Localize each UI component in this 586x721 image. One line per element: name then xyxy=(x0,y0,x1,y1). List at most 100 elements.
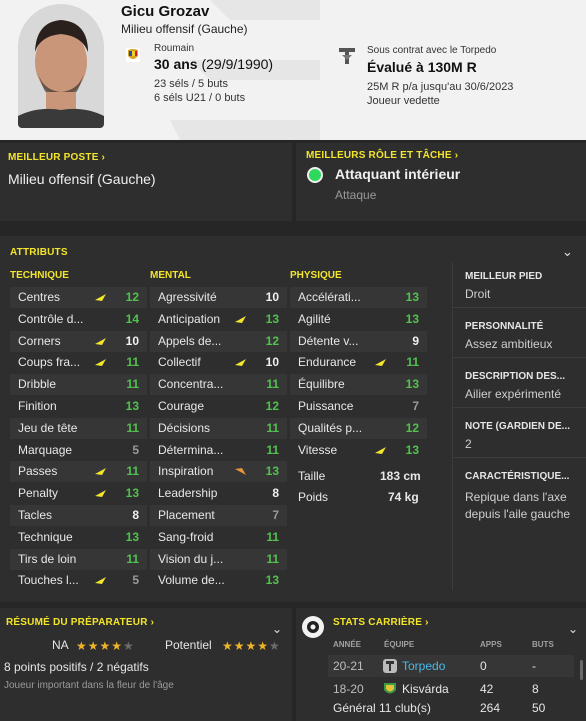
foot-title: MEILLEUR PIED xyxy=(465,271,543,282)
gk-value: 2 xyxy=(465,437,472,451)
current-ability-stars: ★★★★★ xyxy=(76,639,135,653)
trait-line-2: depuis l'aile gauche xyxy=(465,507,571,521)
player-traits[interactable]: CARACTÉRISTIQUE... Repique dans l'axe de… xyxy=(452,462,586,532)
attribute-name: Puissance xyxy=(298,399,354,413)
media-description[interactable]: DESCRIPTION DES... Ailier expérimenté xyxy=(452,362,586,408)
attribute-row[interactable]: Appels de... 12 xyxy=(150,330,287,352)
attribute-value: 10 xyxy=(265,355,279,370)
chevron-down-icon[interactable]: ⌄ xyxy=(272,622,282,636)
attribute-value: 12 xyxy=(265,399,279,413)
personality-value: Assez ambitieux xyxy=(465,337,553,351)
row-goals: - xyxy=(532,659,536,673)
attribute-row[interactable]: Tacles 8 xyxy=(10,505,147,526)
attribute-name: Penalty xyxy=(18,486,59,501)
attribute-row[interactable]: Vitesse 13 xyxy=(290,440,427,461)
attribute-row[interactable]: Penalty 13 xyxy=(10,483,147,504)
attribute-name: Coups fra... xyxy=(18,355,81,370)
attribute-row[interactable]: Corners 10 xyxy=(10,330,147,352)
attribute-row[interactable]: Touches l... 5 xyxy=(10,570,147,591)
attribute-name: Décisions xyxy=(158,420,211,435)
attribute-row[interactable]: Anticipation 13 xyxy=(150,309,287,330)
attribute-row[interactable]: Leadership 8 xyxy=(150,483,287,504)
attribute-row[interactable]: Collectif 10 xyxy=(150,352,287,373)
attribute-name: Anticipation xyxy=(158,311,221,326)
attribute-row[interactable]: Placement 7 xyxy=(150,505,287,526)
attribute-row[interactable]: Agressivité 10 xyxy=(150,287,287,308)
attribute-row[interactable]: Jeu de tête 11 xyxy=(10,417,147,439)
attribute-name: Agressivité xyxy=(158,290,217,304)
torpedo-club-icon xyxy=(383,659,397,673)
senior-caps: 23 séls / 5 buts xyxy=(154,78,228,90)
coach-report-panel[interactable]: RÉSUMÉ DU PRÉPARATEUR › ⌄ NA ★★★★★ Poten… xyxy=(0,608,292,721)
attribute-name: Corners xyxy=(18,333,61,348)
apps-header: APPS xyxy=(480,640,502,649)
attribute-value: 13 xyxy=(125,529,139,544)
career-scrollbar[interactable] xyxy=(580,660,583,680)
trend-up-icon xyxy=(95,577,106,585)
height-row: Taille 183 cm xyxy=(298,469,421,483)
attribute-row[interactable]: Agilité 13 xyxy=(290,309,427,330)
attribute-row[interactable]: Dribble 11 xyxy=(10,374,147,396)
attribute-value: 8 xyxy=(132,508,139,522)
attribute-value: 13 xyxy=(265,573,279,588)
attribute-name: Passes xyxy=(18,464,58,479)
attribute-row[interactable]: Sang-froid 11 xyxy=(150,527,287,548)
role-name: Attaquant intérieur xyxy=(335,166,461,182)
attribute-row[interactable]: Courage 12 xyxy=(150,396,287,417)
attribute-name: Appels de... xyxy=(158,333,222,348)
attribute-row[interactable]: Détente v... 9 xyxy=(290,330,427,352)
player-photo xyxy=(18,4,104,128)
trend-up-icon xyxy=(235,359,246,367)
attribute-value: 13 xyxy=(405,442,419,457)
attribute-row[interactable]: Accélérati... 13 xyxy=(290,287,427,308)
weight-row: Poids 74 kg xyxy=(298,490,419,504)
attribute-row[interactable]: Technique 13 xyxy=(10,527,147,548)
coach-points: 8 points positifs / 2 négatifs xyxy=(4,660,149,674)
row-apps: 42 xyxy=(480,682,494,696)
attribute-row[interactable]: Décisions 11 xyxy=(150,417,287,439)
chevron-down-icon[interactable]: ⌄ xyxy=(568,622,578,636)
attribute-row[interactable]: Tirs de loin 11 xyxy=(10,548,147,570)
row-year: 18-20 xyxy=(333,682,364,696)
best-role-link[interactable]: MEILLEURS RÔLE ET TÂCHE › xyxy=(306,150,458,161)
attribute-row[interactable]: Détermina... 11 xyxy=(150,440,287,461)
attribute-row[interactable]: Coups fra... 11 xyxy=(10,352,147,373)
attribute-row[interactable]: Puissance 7 xyxy=(290,396,427,417)
attribute-row[interactable]: Marquage 5 xyxy=(10,440,147,461)
international-caps: 23 séls / 5 buts 6 séls U21 / 0 buts xyxy=(154,77,245,105)
attribute-row[interactable]: Finition 13 xyxy=(10,396,147,417)
personality: PERSONNALITÉ Assez ambitieux xyxy=(452,312,586,358)
attribute-value: 13 xyxy=(125,486,139,501)
attribute-name: Marquage xyxy=(18,442,73,457)
row-team-link[interactable]: Torpedo xyxy=(402,659,445,673)
attribute-row[interactable]: Qualités p... 12 xyxy=(290,417,427,439)
attribute-row[interactable]: Équilibre 13 xyxy=(290,374,427,396)
attribute-value: 11 xyxy=(126,355,139,370)
gk-title: NOTE (GARDIEN DE... xyxy=(465,421,571,432)
physical-heading: PHYSIQUE xyxy=(290,270,342,281)
attribute-value: 13 xyxy=(405,311,419,326)
best-role-panel[interactable]: MEILLEURS RÔLE ET TÂCHE › Attaquant inté… xyxy=(296,143,586,221)
career-row[interactable]: 20-21 Torpedo 0 - xyxy=(328,655,574,677)
best-position-link[interactable]: MEILLEUR POSTE › xyxy=(8,152,105,163)
attribute-value: 11 xyxy=(406,355,419,370)
chevron-down-icon[interactable]: ⌄ xyxy=(562,244,573,260)
attribute-row[interactable]: Passes 11 xyxy=(10,461,147,483)
role-duty: Attaque xyxy=(335,188,377,202)
attribute-name: Agilité xyxy=(298,311,331,326)
attribute-row[interactable]: Volume de... 13 xyxy=(150,570,287,591)
attribute-row[interactable]: Vision du j... 11 xyxy=(150,548,287,570)
attribute-row[interactable]: Endurance 11 xyxy=(290,352,427,373)
attribute-row[interactable]: Centres 12 xyxy=(10,287,147,308)
best-position-panel[interactable]: MEILLEUR POSTE › Milieu offensif (Gauche… xyxy=(0,143,292,221)
attribute-row[interactable]: Inspiration 13 xyxy=(150,461,287,483)
career-stats-link[interactable]: STATS CARRIÈRE › xyxy=(333,617,429,628)
attribute-row[interactable]: Concentra... 11 xyxy=(150,374,287,396)
goals-header: BUTS xyxy=(532,640,554,649)
total-goals: 50 xyxy=(532,701,546,715)
career-stats-panel[interactable]: STATS CARRIÈRE › ⌄ ANNÉE ÉQUIPE APPS BUT… xyxy=(296,608,586,721)
attribute-row[interactable]: Contrôle d... 14 xyxy=(10,309,147,330)
attribute-value: 10 xyxy=(265,290,279,304)
potential-label: Potentiel xyxy=(165,638,212,652)
coach-report-link[interactable]: RÉSUMÉ DU PRÉPARATEUR › xyxy=(6,617,154,628)
